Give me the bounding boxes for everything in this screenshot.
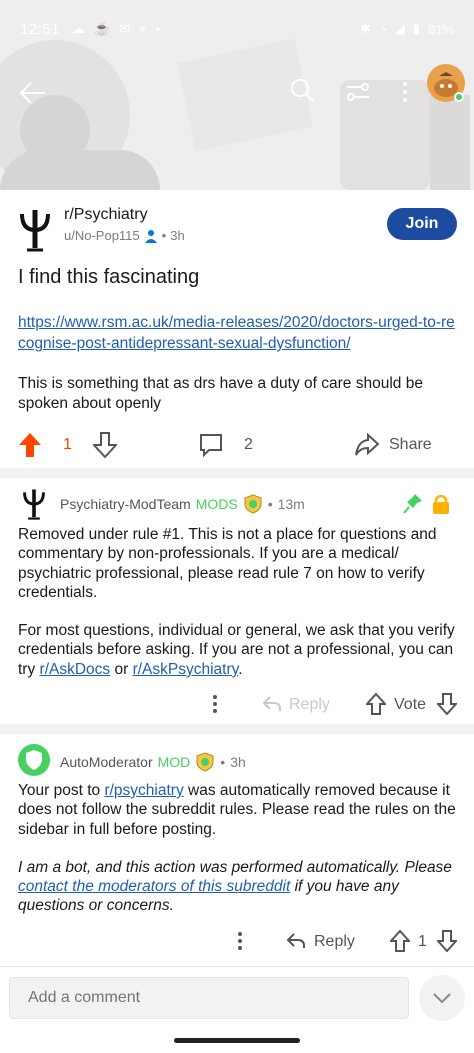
post-time: 3h <box>170 228 185 243</box>
post-actions: 1 2 Share <box>0 426 474 466</box>
share-icon[interactable] <box>354 432 380 458</box>
vote-label: Vote <box>394 696 427 713</box>
battery-icon: ▮ <box>412 21 420 36</box>
expand-button[interactable] <box>419 975 465 1021</box>
more-options-button[interactable] <box>398 78 412 106</box>
signal-icon: ◢ <box>394 21 405 36</box>
battery-level: 81% <box>427 21 454 37</box>
downvote-icon[interactable] <box>93 432 117 458</box>
comment-body: Removed under rule #1. This is not a pla… <box>18 526 455 678</box>
divider <box>0 468 474 478</box>
comment-body: Your post to r/psychiatry was automatica… <box>18 782 456 915</box>
subreddit-name[interactable]: r/Psychiatry <box>64 206 148 224</box>
back-arrow-icon <box>19 82 45 104</box>
cup-icon: ☕ <box>94 21 111 36</box>
comment-time: 3h <box>230 754 246 770</box>
reply-button[interactable]: Reply <box>314 933 355 951</box>
shield-badge-icon <box>244 494 262 514</box>
location-icon: ⌖ <box>139 21 147 36</box>
search-icon <box>291 79 314 102</box>
reply-icon[interactable] <box>286 932 306 950</box>
post-header: r/Psychiatry u/No-Pop115 • 3h Join <box>18 206 458 252</box>
comment-actions: Reply 1 <box>0 927 474 957</box>
join-button[interactable]: Join <box>387 208 457 240</box>
mod-flair: MOD <box>157 754 191 770</box>
more-vertical-icon[interactable] <box>211 694 219 714</box>
comment-author[interactable]: Psychiatry-ModTeam <box>60 496 191 512</box>
comment-composer-bar <box>0 966 474 1053</box>
downvote-icon[interactable] <box>437 693 457 715</box>
cloud-icon: ☁ <box>72 21 86 36</box>
mod-flair: MODS <box>195 496 238 512</box>
search-button[interactable] <box>288 76 316 104</box>
mail-icon: ✉ <box>119 21 131 36</box>
bluetooth-icon: ✱ <box>360 21 371 36</box>
comment-author[interactable]: AutoModerator <box>60 754 153 770</box>
reply-icon <box>262 696 281 711</box>
home-indicator[interactable] <box>174 1038 300 1043</box>
post-link[interactable]: https://www.rsm.ac.uk/media-releases/202… <box>18 312 458 354</box>
post-author[interactable]: u/No-Pop115 <box>64 228 140 243</box>
person-icon <box>144 229 157 243</box>
pin-icon <box>403 494 422 514</box>
contact-moderators-link[interactable]: contact the moderators of this subreddit <box>18 878 290 895</box>
reply-button-disabled: Reply <box>289 696 330 713</box>
filter-button[interactable] <box>344 78 372 106</box>
dot-icon: • <box>155 21 161 36</box>
comment-icon[interactable] <box>199 432 223 458</box>
more-vertical-icon <box>403 82 407 102</box>
sort-icon <box>347 83 369 101</box>
comment-count: 2 <box>244 436 253 453</box>
downvote-icon[interactable] <box>437 930 457 952</box>
psi-icon[interactable] <box>18 208 52 252</box>
subreddit-link[interactable]: r/psychiatry <box>104 782 183 799</box>
wifi-icon: ◔ <box>378 21 387 37</box>
status-time: 12:51 <box>20 20 61 38</box>
back-button[interactable] <box>18 78 48 108</box>
upvote-icon[interactable] <box>366 693 386 715</box>
more-vertical-icon[interactable] <box>236 931 244 951</box>
status-bar: 12:51 ☁ ☕ ✉ ⌖ • ✱ ◔ ◢ ▮ 81% <box>0 0 474 58</box>
askdocs-link[interactable]: r/AskDocs <box>40 661 111 678</box>
top-nav <box>0 70 474 110</box>
chevron-down-icon <box>433 993 451 1004</box>
shield-badge-icon <box>196 752 214 772</box>
post-title: I find this fascinating <box>18 266 200 288</box>
psi-icon[interactable] <box>18 488 50 520</box>
divider <box>0 724 474 734</box>
vote-count: 1 <box>63 436 72 453</box>
lock-icon <box>433 494 449 514</box>
post-body: This is something that as drs have a dut… <box>18 375 423 412</box>
comment-time: 13m <box>277 496 305 512</box>
comment-input[interactable] <box>9 977 409 1019</box>
askpsychiatry-link[interactable]: r/AskPsychiatry <box>133 661 239 678</box>
online-status-dot <box>454 92 464 102</box>
upvote-icon[interactable] <box>18 432 42 458</box>
share-button[interactable]: Share <box>389 436 432 454</box>
automod-shield-icon[interactable] <box>18 744 50 776</box>
comment-vote-count: 1 <box>418 933 427 950</box>
upvote-icon[interactable] <box>390 930 410 952</box>
comment-actions: Reply Vote <box>0 690 474 720</box>
